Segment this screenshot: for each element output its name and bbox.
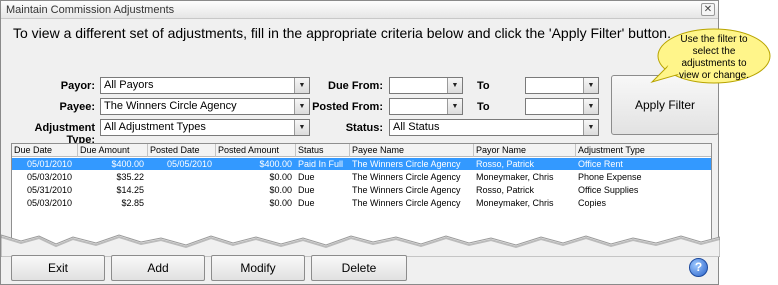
- filter-callout: Use the filter to select the adjustments…: [650, 26, 774, 88]
- status-cell: Paid In Full: [298, 159, 344, 169]
- posted-amount-cell: $0.00: [269, 172, 292, 182]
- adjustment-type-value: All Adjustment Types: [104, 121, 206, 133]
- column-header[interactable]: Due Date: [12, 144, 78, 157]
- dropdown-arrow-icon[interactable]: ▼: [447, 99, 462, 114]
- due-amount-cell: $35.22: [116, 172, 144, 182]
- posted-from-dropdown[interactable]: ▼: [389, 98, 463, 115]
- add-button[interactable]: Add: [111, 255, 205, 281]
- posted-amount-cell: $0.00: [269, 185, 292, 195]
- instructions-text: To view a different set of adjustments, …: [13, 25, 671, 41]
- posted-date-cell: 05/05/2010: [166, 159, 212, 169]
- adjustment-type-dropdown[interactable]: All Adjustment Types ▼: [100, 119, 310, 136]
- dropdown-arrow-icon[interactable]: ▼: [447, 78, 462, 93]
- status-dropdown[interactable]: All Status ▼: [389, 119, 599, 136]
- payee-label: Payee:: [59, 101, 95, 113]
- posted-from-label: Posted From:: [312, 101, 383, 113]
- dropdown-arrow-icon[interactable]: ▼: [583, 78, 598, 93]
- status-cell: Due: [298, 172, 315, 182]
- title-bar: Maintain Commission Adjustments ✕: [1, 1, 718, 19]
- window-title: Maintain Commission Adjustments: [6, 4, 175, 16]
- status-label: Status:: [345, 122, 383, 134]
- maintain-commission-adjustments-window: Maintain Commission Adjustments ✕ To vie…: [0, 0, 720, 285]
- status-cell: Due: [298, 198, 315, 208]
- payor-name-cell: Rosso, Patrick: [476, 159, 535, 169]
- posted-date-cell: [148, 171, 214, 183]
- grid-header: Due Date Due Amount Posted Date Posted A…: [12, 144, 711, 157]
- status-value: All Status: [393, 121, 440, 133]
- dropdown-arrow-icon[interactable]: ▼: [294, 99, 309, 114]
- adjustment-type-cell: Phone Expense: [578, 172, 642, 182]
- payor-name-cell: Rosso, Patrick: [476, 185, 535, 195]
- help-icon[interactable]: ?: [689, 258, 708, 277]
- due-to-dropdown[interactable]: ▼: [525, 77, 599, 94]
- due-amount-cell: $400.00: [111, 159, 144, 169]
- exit-button[interactable]: Exit: [11, 255, 105, 281]
- column-header[interactable]: Adjustment Type: [576, 144, 711, 157]
- payor-value: All Payors: [104, 79, 154, 91]
- payee-dropdown[interactable]: The Winners Circle Agency ▼: [100, 98, 310, 115]
- column-header[interactable]: Payee Name: [350, 144, 474, 157]
- dropdown-arrow-icon[interactable]: ▼: [583, 99, 598, 114]
- due-date-cell: 05/03/2010: [26, 198, 72, 208]
- modify-button[interactable]: Modify: [211, 255, 305, 281]
- posted-to-label: To: [477, 101, 490, 113]
- dropdown-arrow-icon[interactable]: ▼: [583, 120, 598, 135]
- due-date-cell: 05/01/2010: [26, 159, 72, 169]
- due-date-cell: 05/31/2010: [26, 185, 72, 195]
- delete-button[interactable]: Delete: [311, 255, 407, 281]
- table-row[interactable]: 05/03/2010 $35.22 $0.00 Due The Winners …: [12, 171, 711, 183]
- posted-to-dropdown[interactable]: ▼: [525, 98, 599, 115]
- payee-name-cell: The Winners Circle Agency: [352, 159, 461, 169]
- payor-name-cell: Moneymaker, Chris: [476, 172, 554, 182]
- payor-label: Payor:: [60, 80, 95, 92]
- dropdown-arrow-icon[interactable]: ▼: [294, 78, 309, 93]
- status-cell: Due: [298, 185, 315, 195]
- column-header[interactable]: Posted Amount: [216, 144, 296, 157]
- dropdown-arrow-icon[interactable]: ▼: [294, 120, 309, 135]
- adjustment-type-cell: Office Rent: [578, 159, 623, 169]
- due-amount-cell: $14.25: [116, 185, 144, 195]
- due-from-dropdown[interactable]: ▼: [389, 77, 463, 94]
- posted-date-cell: [148, 184, 214, 196]
- table-row[interactable]: 05/01/2010 $400.00 05/05/2010 $400.00 Pa…: [12, 158, 711, 170]
- posted-date-cell: [148, 197, 214, 209]
- torn-edge-decoration: [1, 234, 720, 257]
- adjustment-type-cell: Office Supplies: [578, 185, 639, 195]
- posted-amount-cell: $400.00: [259, 159, 292, 169]
- callout-text: Use the filter to select the adjustments…: [678, 34, 750, 81]
- payee-name-cell: The Winners Circle Agency: [352, 172, 461, 182]
- table-row[interactable]: 05/31/2010 $14.25 $0.00 Due The Winners …: [12, 184, 711, 196]
- adjustment-type-cell: Copies: [578, 198, 607, 208]
- payor-dropdown[interactable]: All Payors ▼: [100, 77, 310, 94]
- payee-name-cell: The Winners Circle Agency: [352, 185, 461, 195]
- due-to-label: To: [477, 80, 490, 92]
- due-from-label: Due From:: [328, 80, 383, 92]
- column-header[interactable]: Due Amount: [78, 144, 148, 157]
- payee-value: The Winners Circle Agency: [104, 100, 237, 112]
- close-icon[interactable]: ✕: [701, 3, 715, 16]
- due-amount-cell: $2.85: [121, 198, 144, 208]
- table-row[interactable]: 05/03/2010 $2.85 $0.00 Due The Winners C…: [12, 197, 711, 209]
- column-header[interactable]: Status: [296, 144, 350, 157]
- payee-name-cell: The Winners Circle Agency: [352, 198, 461, 208]
- posted-amount-cell: $0.00: [269, 198, 292, 208]
- due-date-cell: 05/03/2010: [26, 172, 72, 182]
- column-header[interactable]: Posted Date: [148, 144, 216, 157]
- payor-name-cell: Moneymaker, Chris: [476, 198, 554, 208]
- column-header[interactable]: Payor Name: [474, 144, 576, 157]
